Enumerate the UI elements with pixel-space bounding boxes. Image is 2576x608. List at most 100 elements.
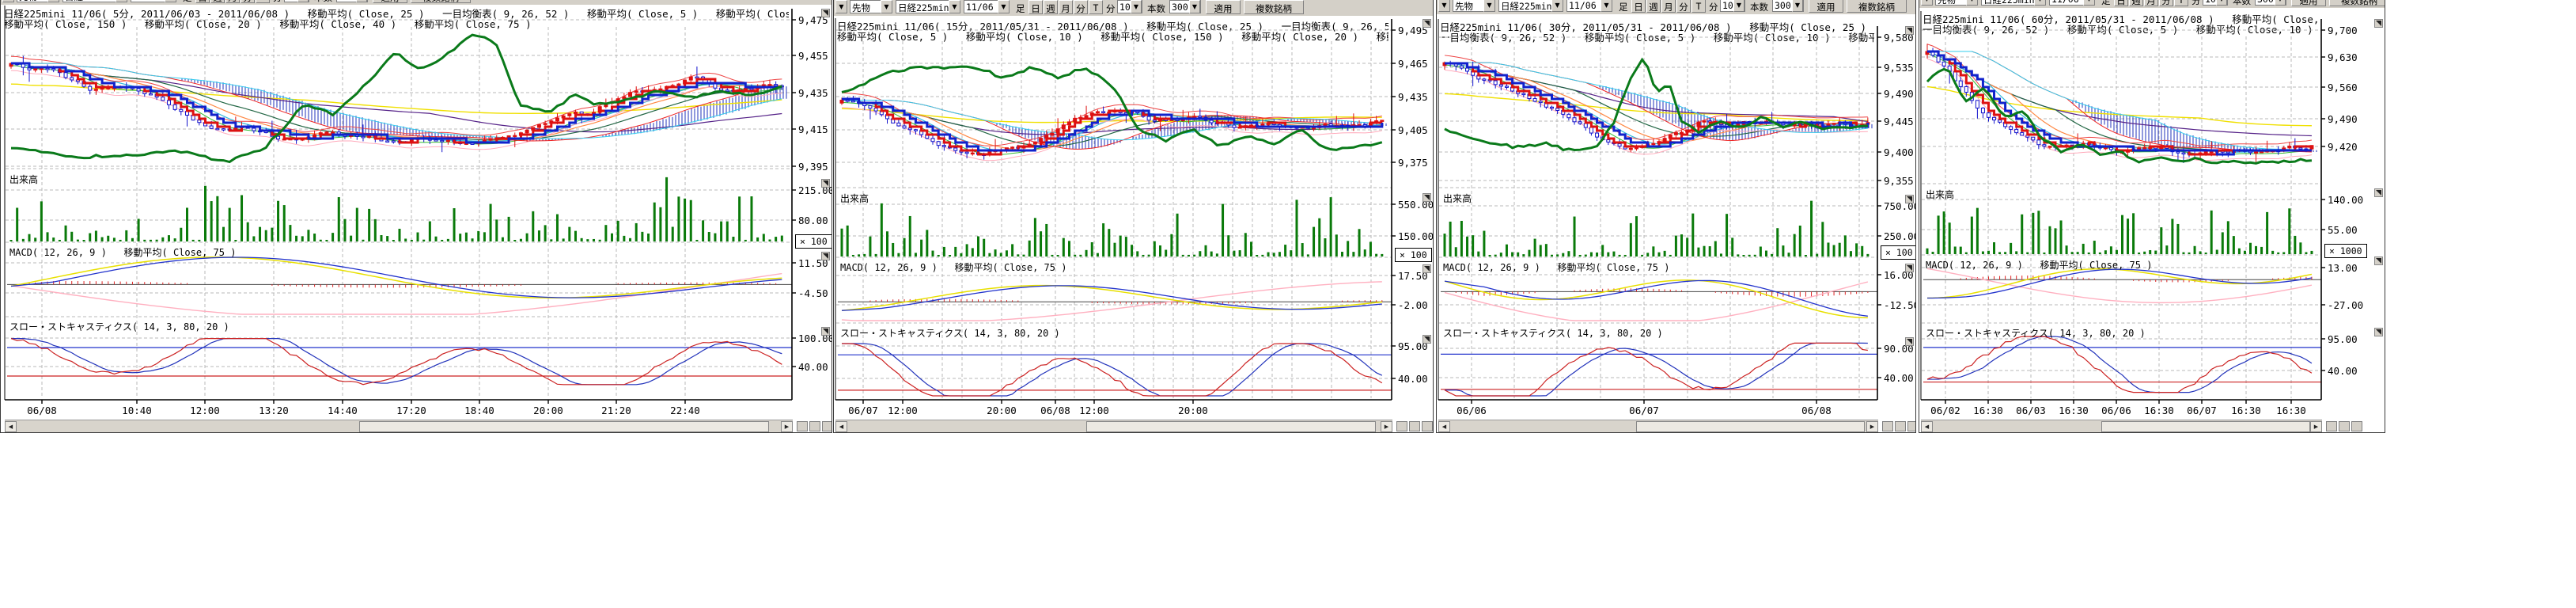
window-tool-button[interactable] (1882, 421, 1893, 431)
scale-multiplier-badge: × 100 (1395, 248, 1432, 262)
window-tool-button[interactable] (797, 421, 808, 431)
scroll-right-button[interactable]: ▶ (1381, 421, 1392, 432)
scale-multiplier-badge: × 1000 (2324, 244, 2367, 258)
x-axis-label: 06/02 (1926, 405, 1964, 416)
x-axis-label: 10:40 (118, 405, 156, 416)
stoch-pane-label: スロー・ストキャスティクス( 14, 3, 80, 20 ) (1443, 329, 1663, 339)
axis-tick-label: 9,415 (798, 124, 828, 135)
x-axis-label: 21:20 (597, 405, 635, 416)
axis-tick-label: 40.00 (1884, 372, 1914, 384)
pane-resize-handle[interactable] (2374, 256, 2383, 265)
window-tool-button[interactable] (2351, 421, 2362, 431)
window-tool-button[interactable] (2339, 421, 2350, 431)
window-tool-button[interactable] (1422, 421, 1433, 431)
scroll-left-button[interactable]: ◀ (5, 421, 17, 432)
macd-pane-label: MACD( 12, 26, 9 ) 移動平均( Close, 75 ) (840, 263, 1066, 273)
axis-tick-label: -2.00 (1398, 299, 1428, 311)
scroll-right-button[interactable]: ▶ (781, 421, 793, 432)
axis-tick-label: 9,395 (798, 161, 828, 173)
axis-tick-label: 9,435 (1398, 91, 1428, 103)
axis-tick-label: 140.00 (2328, 194, 2363, 206)
scrollbar-thumb[interactable] (1086, 421, 1376, 432)
chart-canvas (1919, 0, 2385, 433)
axis-tick-label: 40.00 (798, 361, 828, 373)
axis-tick-label: 250.00 (1884, 230, 1916, 242)
axis-tick-label: 80.00 (798, 215, 828, 226)
chart-workspace: ▼先物▼日経225mini▼11/06▼足日週月分T分10▼本数300▼適用複数… (0, 0, 2576, 608)
axis-tick-label: 9,630 (2328, 51, 2358, 63)
axis-tick-label: 9,400 (1884, 146, 1914, 158)
horizontal-scrollbar[interactable]: ◀▶ (5, 420, 793, 433)
axis-tick-label: 95.00 (2328, 333, 2358, 345)
scrollbar-thumb[interactable] (359, 421, 769, 432)
chart-window-1: ▼先物▼日経225mini▼11/06▼足日週月分T分10▼本数300▼適用複数… (0, 0, 832, 433)
scale-multiplier-badge: × 100 (1881, 245, 1916, 260)
scroll-left-button[interactable]: ◀ (835, 421, 847, 432)
scroll-right-button[interactable]: ▶ (1866, 421, 1878, 432)
horizontal-scrollbar[interactable]: ◀▶ (1438, 420, 1878, 433)
axis-tick-label: 9,465 (1398, 58, 1428, 70)
horizontal-scrollbar[interactable]: ◀▶ (1921, 420, 2322, 433)
x-axis-label: 06/07 (844, 405, 882, 416)
axis-tick-label: 9,355 (1884, 175, 1914, 187)
x-axis-label: 16:30 (2227, 405, 2265, 416)
macd-pane-label: MACD( 12, 26, 9 ) 移動平均( Close, 75 ) (1926, 260, 2152, 271)
x-axis-label: 06/08 (1798, 405, 1835, 416)
stoch-pane-label: スロー・ストキャスティクス( 14, 3, 80, 20 ) (1926, 329, 2146, 339)
axis-tick-label: -27.00 (2328, 299, 2363, 311)
axis-tick-label: 9,405 (1398, 124, 1428, 136)
x-axis-label: 16:30 (2140, 405, 2178, 416)
volume-pane-label: 出来高 (840, 194, 869, 204)
scroll-left-button[interactable]: ◀ (1921, 421, 1933, 432)
chart-window-3: ▼先物▼日経225mini▼11/06▼足日週月分T分10▼本数300▼適用複数… (1436, 0, 1916, 433)
axis-tick-label: 40.00 (2328, 365, 2358, 377)
scrollbar-thumb[interactable] (1636, 421, 1865, 432)
horizontal-scrollbar[interactable]: ◀▶ (835, 420, 1392, 433)
pane-resize-handle[interactable] (2374, 188, 2383, 197)
window-tool-button[interactable] (2326, 421, 2337, 431)
pane-resize-handle[interactable] (1422, 335, 1431, 344)
window-tool-button[interactable] (809, 421, 820, 431)
window-tool-button[interactable] (822, 421, 832, 431)
x-axis-label: 06/08 (1036, 405, 1074, 416)
pane-resize-handle[interactable] (1422, 193, 1431, 202)
x-axis-label: 06/08 (23, 405, 61, 416)
x-axis-label: 12:00 (186, 405, 224, 416)
window-tool-button[interactable] (1895, 421, 1906, 431)
x-axis-label: 14:40 (324, 405, 362, 416)
axis-tick-label: 9,420 (2328, 141, 2358, 153)
scrollbar-thumb[interactable] (2101, 421, 2310, 432)
pane-resize-handle[interactable] (2374, 19, 2383, 28)
macd-pane-label: MACD( 12, 26, 9 ) 移動平均( Close, 75 ) (1443, 263, 1669, 273)
page: { "colors": { "candle_up": "#dd1111", "c… (0, 0, 2576, 608)
pane-resize-handle[interactable] (1422, 19, 1431, 28)
pane-resize-handle[interactable] (1905, 337, 1914, 346)
window-tool-button[interactable] (1396, 421, 1407, 431)
window-tool-button[interactable] (1409, 421, 1420, 431)
pane-resize-handle[interactable] (821, 252, 830, 260)
x-axis-label: 06/06 (2097, 405, 2135, 416)
pane-resize-handle[interactable] (821, 179, 830, 188)
x-axis-label: 16:30 (1969, 405, 2007, 416)
axis-tick-label: 55.00 (2328, 224, 2358, 236)
window-tool-button[interactable] (1907, 421, 1916, 431)
x-axis-label: 13:20 (255, 405, 293, 416)
scroll-right-button[interactable]: ▶ (2310, 421, 2322, 432)
x-axis-label: 16:30 (2055, 405, 2093, 416)
x-axis-label: 16:30 (2272, 405, 2310, 416)
pane-resize-handle[interactable] (1422, 264, 1431, 273)
pane-resize-handle[interactable] (1905, 264, 1914, 272)
x-axis-label: 20:00 (1174, 405, 1212, 416)
axis-tick-label: 9,490 (1884, 88, 1914, 100)
pane-resize-handle[interactable] (2374, 328, 2383, 336)
chart-canvas (1, 0, 832, 433)
pane-resize-handle[interactable] (1905, 26, 1914, 35)
pane-resize-handle[interactable] (821, 327, 830, 336)
volume-pane-label: 出来高 (1926, 190, 1954, 200)
chart-window-2: ▼先物▼日経225mini▼11/06▼足日週月分T分10▼本数300▼適用複数… (833, 0, 1434, 433)
x-axis-label: 06/07 (1625, 405, 1663, 416)
x-axis-label: 06/07 (2183, 405, 2221, 416)
pane-resize-handle[interactable] (821, 9, 830, 17)
pane-resize-handle[interactable] (1905, 195, 1914, 203)
scroll-left-button[interactable]: ◀ (1438, 421, 1450, 432)
